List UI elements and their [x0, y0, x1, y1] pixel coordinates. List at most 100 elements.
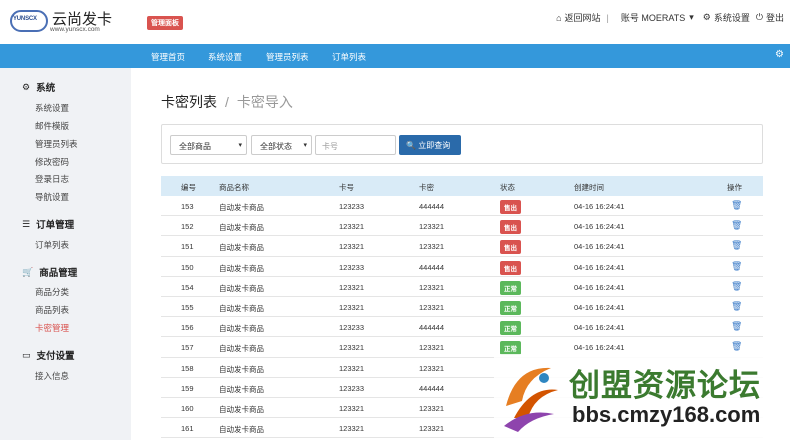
- status-badge: 正常: [500, 280, 521, 295]
- sidebar-item-mail-template[interactable]: 邮件模版: [35, 120, 69, 132]
- logout-link[interactable]: ⏻ 登出: [756, 11, 784, 24]
- card-number-placeholder: 卡号: [322, 142, 338, 151]
- cell-time: 04-16 16:24:41: [574, 222, 625, 232]
- back-to-site-label: 返回网站: [564, 13, 601, 23]
- watermark-logo-icon: [504, 367, 558, 432]
- cell-secret: 123321: [419, 302, 445, 312]
- sidebar-item-card-management[interactable]: 卡密管理: [35, 322, 69, 334]
- dropdown-arrow-icon: ▾: [303, 142, 307, 149]
- trash-icon[interactable]: 🗑: [731, 301, 742, 312]
- sidebar-item-admin-list[interactable]: 管理员列表: [35, 138, 78, 150]
- cell-id: 158: [181, 363, 194, 373]
- sidebar-item-product-list[interactable]: 商品列表: [35, 304, 69, 316]
- sidebar-section-products: 🛒 商品管理: [22, 265, 78, 280]
- cell-secret: 444444: [419, 323, 445, 333]
- cell-card: 123321: [339, 222, 365, 232]
- sidebar-item-access-info[interactable]: 接入信息: [35, 370, 69, 382]
- cell-product: 自动发卡商品: [219, 384, 264, 394]
- dropdown-arrow-icon: ▾: [238, 142, 242, 149]
- cell-product: 自动发卡商品: [219, 303, 264, 313]
- trash-icon[interactable]: 🗑: [731, 281, 742, 292]
- gear-icon: ⚙: [702, 12, 711, 22]
- nav-item-admin-list[interactable]: 管理员列表: [266, 51, 309, 63]
- cell-product: 自动发卡商品: [219, 243, 264, 253]
- cell-time: 04-16 16:24:41: [574, 282, 625, 292]
- brand-url: www.yunscx.com: [50, 26, 100, 33]
- cell-time: 04-16 16:24:41: [574, 323, 625, 333]
- cell-id: 153: [181, 202, 194, 211]
- cell-product: 自动发卡商品: [219, 324, 264, 334]
- logo-badge-text: YUNSCX: [13, 16, 37, 22]
- cell-id: 151: [181, 242, 194, 252]
- sidebar-section-title: 商品管理: [39, 268, 78, 279]
- page-title: 卡密列表 / 卡密导入: [161, 92, 293, 112]
- watermark-title: 创盟资源论坛: [569, 368, 761, 403]
- card-import-link[interactable]: 卡密导入: [237, 94, 293, 110]
- sidebar-item-nav-settings[interactable]: 导航设置: [35, 191, 69, 203]
- cell-secret: 123321: [419, 343, 445, 353]
- status-badge: 售出: [500, 200, 521, 214]
- watermark-url: bbs.cmzy168.com: [572, 402, 761, 427]
- cell-card: 123321: [339, 282, 365, 292]
- cell-card: 123321: [339, 343, 365, 353]
- table-row: 151 自动发卡商品 123321 123321 售出 04-16 16:24:41 🗑: [161, 236, 763, 257]
- home-icon: ⌂: [556, 12, 562, 23]
- table-row: 153 自动发卡商品 123233 444444 售出 04-16 16:24:41 🗑: [161, 196, 763, 217]
- table-row: 154 自动发卡商品 123321 123321 正常 04-16 16:24:41 🗑: [161, 277, 763, 297]
- cell-secret: 444444: [419, 383, 445, 393]
- cell-time: 04-16 16:24:41: [574, 262, 625, 272]
- status-badge: 正常: [500, 300, 521, 315]
- table-row: 150 自动发卡商品 123233 444444 售出 04-16 16:24:41 🗑: [161, 257, 763, 277]
- cell-card: 123321: [339, 242, 365, 252]
- trash-icon[interactable]: 🗑: [731, 240, 742, 251]
- cell-secret: 123321: [419, 242, 445, 252]
- cell-secret: 123321: [419, 403, 445, 413]
- gear-icon[interactable]: ⚙: [775, 49, 784, 60]
- table-row: 156 自动发卡商品 123233 444444 正常 04-16 16:24:41 🗑: [161, 317, 763, 338]
- product-select[interactable]: 全部商品 ▾: [170, 135, 247, 155]
- trash-icon[interactable]: 🗑: [731, 200, 742, 211]
- sidebar-item-product-category[interactable]: 商品分类: [35, 286, 69, 298]
- cell-product: 自动发卡商品: [219, 203, 264, 212]
- cell-card: 123321: [339, 403, 365, 413]
- card-number-input[interactable]: 卡号: [315, 135, 396, 155]
- column-header-id: 编号: [181, 183, 196, 192]
- trash-icon[interactable]: 🗑: [731, 341, 742, 352]
- admin-panel-badge: 管理面板: [147, 16, 183, 30]
- account-dropdown[interactable]: 账号 MOERATS ▾: [621, 11, 697, 24]
- system-settings-link[interactable]: ⚙ 系统设置: [703, 11, 750, 24]
- sidebar-item-login-log[interactable]: 登录日志: [35, 173, 69, 185]
- trash-icon[interactable]: 🗑: [731, 261, 742, 272]
- page-title-text: 卡密列表: [161, 94, 217, 110]
- sidebar-section-title: 订单管理: [36, 220, 75, 231]
- column-header-time: 创建时间: [574, 183, 604, 192]
- sidebar-section-orders: ☰ 订单管理: [22, 217, 75, 232]
- cell-product: 自动发卡商品: [219, 364, 264, 374]
- table-row: 155 自动发卡商品 123321 123321 正常 04-16 16:24:41 🗑: [161, 297, 763, 318]
- logo[interactable]: YUNSCX 云尚发卡 www.yunscx.com: [10, 6, 130, 38]
- credit-card-icon: ▭: [22, 349, 31, 360]
- trash-icon[interactable]: 🗑: [731, 321, 742, 332]
- status-select[interactable]: 全部状态 ▾: [251, 135, 312, 155]
- cell-time: 04-16 16:24:41: [574, 302, 625, 312]
- cell-product: 自动发卡商品: [219, 223, 264, 233]
- table-row: 152 自动发卡商品 123321 123321 售出 04-16 16:24:41 🗑: [161, 216, 763, 237]
- sidebar-item-change-password[interactable]: 修改密码: [35, 156, 69, 168]
- cell-card: 123233: [339, 383, 365, 393]
- back-to-site-link[interactable]: ⌂ 返回网站: [556, 11, 600, 24]
- nav-item-system-settings[interactable]: 系统设置: [208, 51, 242, 63]
- table-header: 编号 商品名称 卡号 卡密 状态 创建时间 操作: [161, 176, 763, 196]
- nav-item-order-list[interactable]: 订单列表: [332, 51, 366, 63]
- column-header-product: 商品名称: [219, 183, 249, 192]
- sidebar-item-order-list[interactable]: 订单列表: [35, 239, 69, 251]
- cell-secret: 444444: [419, 202, 445, 211]
- status-badge: 售出: [500, 260, 521, 275]
- trash-icon[interactable]: 🗑: [731, 220, 742, 231]
- nav-item-dashboard[interactable]: 管理首页: [151, 51, 185, 63]
- cell-time: 04-16 16:24:41: [574, 202, 625, 211]
- account-label: 账号 MOERATS: [620, 13, 686, 23]
- sidebar-item-system-settings[interactable]: 系统设置: [35, 102, 69, 114]
- breadcrumb-separator: /: [225, 94, 229, 110]
- query-button[interactable]: 🔍 立即查询: [399, 135, 461, 155]
- cell-id: 152: [181, 222, 194, 232]
